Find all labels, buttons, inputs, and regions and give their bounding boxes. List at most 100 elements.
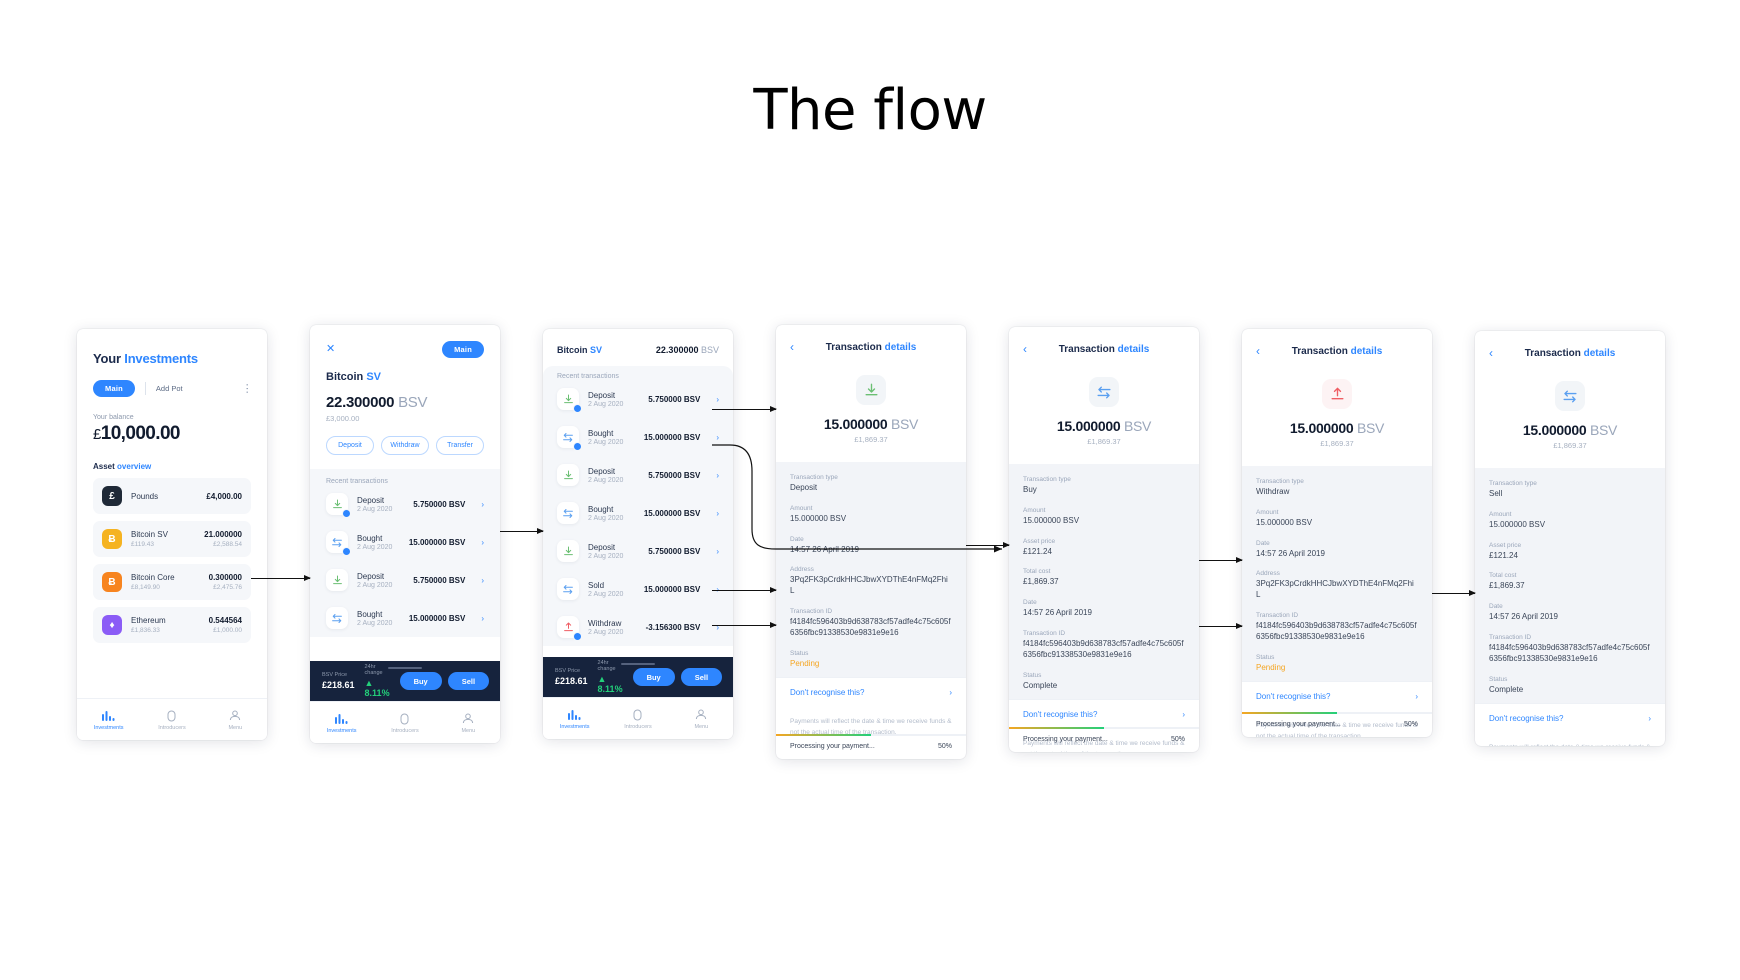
table-row[interactable]: Deposit 2 Aug 2020 5.750000 BSV › bbox=[557, 380, 719, 418]
chevron-right-icon[interactable]: › bbox=[716, 433, 719, 442]
close-icon[interactable]: ✕ bbox=[326, 344, 335, 355]
chevron-right-icon[interactable]: › bbox=[481, 538, 484, 547]
asset-title-accent: SV bbox=[366, 371, 382, 383]
details-title-lead: Transaction bbox=[1524, 347, 1581, 359]
details-title-accent: details bbox=[884, 341, 917, 353]
asset-overview-accent: overview bbox=[117, 462, 152, 471]
asset-holding: 22.300000 BSV bbox=[656, 345, 719, 355]
bitcoin-core-icon: Ƀ bbox=[102, 572, 122, 592]
transaction-date: 2 Aug 2020 bbox=[588, 438, 624, 446]
tab-introducers[interactable]: Introducers bbox=[606, 707, 669, 730]
sell-button[interactable]: Sell bbox=[680, 668, 723, 686]
asset-value: £2,588.54 bbox=[213, 541, 242, 548]
pot-tab-main[interactable]: Main bbox=[442, 341, 484, 358]
ethereum-icon: ♦ bbox=[102, 615, 122, 635]
pot-selector-row: Main Add Pot ⋯ bbox=[93, 380, 253, 397]
table-row[interactable]: Sold 2 Aug 2020 15.000000 BSV › bbox=[557, 570, 719, 608]
chevron-right-icon[interactable]: › bbox=[716, 395, 719, 404]
details-title-lead: Transaction bbox=[1058, 343, 1115, 355]
table-row[interactable]: Withdraw 2 Aug 2020 -3.156300 BSV › bbox=[557, 608, 719, 646]
table-row[interactable]: Bought 2 Aug 2020 15.000000 BSV › bbox=[557, 494, 719, 532]
field-label: Transaction type bbox=[1023, 476, 1071, 483]
tab-label: Menu bbox=[694, 724, 709, 730]
table-row[interactable]: Deposit 2 Aug 2020 5.750000 BSV › bbox=[326, 485, 484, 523]
tab-introducers[interactable]: Introducers bbox=[373, 711, 436, 734]
dont-recognise-link[interactable]: Don't recognise this? › bbox=[1475, 703, 1665, 734]
list-item[interactable]: £ Pounds £4,000.00 bbox=[93, 478, 251, 514]
table-row[interactable]: Bought 2 Aug 2020 15.000000 BSV › bbox=[557, 418, 719, 456]
deposit-icon bbox=[326, 569, 348, 591]
dont-recognise-link[interactable]: Don't recognise this? › bbox=[776, 677, 966, 708]
flow-arrow-3-6 bbox=[712, 587, 777, 593]
contact-icon bbox=[140, 708, 203, 723]
transaction-date: 2 Aug 2020 bbox=[357, 543, 393, 551]
link-label: Don't recognise this? bbox=[1023, 710, 1098, 720]
chevron-right-icon[interactable]: › bbox=[481, 576, 484, 585]
withdraw-button[interactable]: Withdraw bbox=[381, 436, 429, 455]
table-row[interactable]: Deposit 2 Aug 2020 5.750000 BSV › bbox=[326, 561, 484, 599]
field-transaction-type: Transaction type Buy bbox=[1023, 476, 1185, 496]
tab-introducers[interactable]: Introducers bbox=[140, 708, 203, 731]
recent-transactions-panel: Recent transactions Deposit 2 Aug 2020 5… bbox=[310, 469, 500, 637]
table-row[interactable]: Bought 2 Aug 2020 15.000000 BSV › bbox=[326, 599, 484, 637]
table-row[interactable]: Deposit 2 Aug 2020 5.750000 BSV › bbox=[557, 456, 719, 494]
tab-menu[interactable]: Menu bbox=[204, 708, 267, 731]
change-label: 24hr change bbox=[597, 660, 616, 672]
table-row[interactable]: Bought 2 Aug 2020 15.000000 BSV › bbox=[326, 523, 484, 561]
list-item[interactable]: Ƀ Bitcoin Core £8,149.90 0.300000 £2,475… bbox=[93, 564, 251, 600]
field-value: f4184fc596403b9d638783cf57adfe4c75c605f6… bbox=[1256, 620, 1417, 641]
amount-unit: BSV bbox=[1589, 422, 1618, 438]
price-value: £218.61 bbox=[555, 676, 588, 686]
investments-heading: Your Investments bbox=[93, 351, 251, 366]
asset-value: £2,475.76 bbox=[213, 584, 242, 591]
kebab-menu-icon[interactable]: ⋯ bbox=[241, 383, 253, 394]
field-label: Transaction ID bbox=[1256, 611, 1299, 619]
sell-button[interactable]: Sell bbox=[447, 672, 490, 690]
add-pot-button[interactable]: Add Pot bbox=[156, 384, 183, 393]
exchange-icon bbox=[326, 607, 348, 629]
bottom-tab-bar: Investments Introducers Menu bbox=[77, 698, 267, 740]
transfer-button[interactable]: Transfer bbox=[436, 436, 484, 455]
dont-recognise-link[interactable]: Don't recognise this? › bbox=[1009, 699, 1199, 730]
deposit-button[interactable]: Deposit bbox=[326, 436, 374, 455]
tab-investments[interactable]: Investments bbox=[310, 711, 373, 734]
screen-transaction-list: Bitcoin SV 22.300000 BSV Recent transact… bbox=[543, 329, 733, 739]
chevron-right-icon[interactable]: › bbox=[481, 500, 484, 509]
list-item[interactable]: ♦ Ethereum £1,836.33 0.544564 £1,000.00 bbox=[93, 607, 251, 643]
status-badge bbox=[573, 442, 582, 451]
asset-holding-amount: 22.300000 bbox=[655, 345, 699, 355]
chevron-right-icon[interactable]: › bbox=[716, 623, 719, 632]
field-value: 14:57 26 April 2019 bbox=[1023, 608, 1092, 618]
transaction-type: Sold bbox=[588, 580, 605, 590]
asset-holding: 22.300000 BSV bbox=[326, 394, 484, 411]
tab-menu[interactable]: Menu bbox=[670, 707, 733, 730]
tab-investments[interactable]: Investments bbox=[77, 708, 140, 731]
tab-menu[interactable]: Menu bbox=[437, 711, 500, 734]
link-label: Don't recognise this? bbox=[1256, 692, 1331, 702]
transaction-fiat: £1,869.37 bbox=[1320, 439, 1354, 448]
transaction-amount: 5.750000 BSV bbox=[648, 546, 701, 556]
tab-label: Introducers bbox=[624, 724, 652, 730]
dont-recognise-link[interactable]: Don't recognise this? › bbox=[1242, 681, 1432, 712]
transaction-fields: Transaction type Sell Amount 15.000000 B… bbox=[1475, 468, 1665, 704]
page-title: Transaction details bbox=[790, 342, 952, 353]
buy-button[interactable]: Buy bbox=[399, 672, 442, 690]
tab-investments[interactable]: Investments bbox=[543, 707, 606, 730]
bitcoin-sv-icon: Ƀ bbox=[102, 529, 122, 549]
pot-tab-main[interactable]: Main bbox=[93, 380, 135, 397]
exchange-icon bbox=[1555, 381, 1585, 411]
transaction-type: Bought bbox=[588, 504, 614, 514]
asset-title-lead: Bitcoin bbox=[557, 345, 588, 355]
table-row[interactable]: Deposit 2 Aug 2020 5.750000 BSV › bbox=[557, 532, 719, 570]
exchange-icon bbox=[326, 531, 351, 556]
exchange-icon bbox=[557, 578, 579, 600]
field-date: Date 14:57 26 April 2019 bbox=[1256, 540, 1418, 560]
chevron-right-icon[interactable]: › bbox=[481, 614, 484, 623]
chevron-right-icon[interactable]: › bbox=[716, 585, 719, 594]
field-label: Asset price bbox=[1489, 541, 1522, 549]
page-title: Transaction details bbox=[1256, 346, 1418, 357]
field-value: 14:57 26 April 2019 bbox=[1256, 548, 1325, 558]
buy-button[interactable]: Buy bbox=[632, 668, 675, 686]
list-item[interactable]: Ƀ Bitcoin SV £119.43 21.000000 £2,588.54 bbox=[93, 521, 251, 557]
transaction-date: 2 Aug 2020 bbox=[588, 514, 624, 522]
